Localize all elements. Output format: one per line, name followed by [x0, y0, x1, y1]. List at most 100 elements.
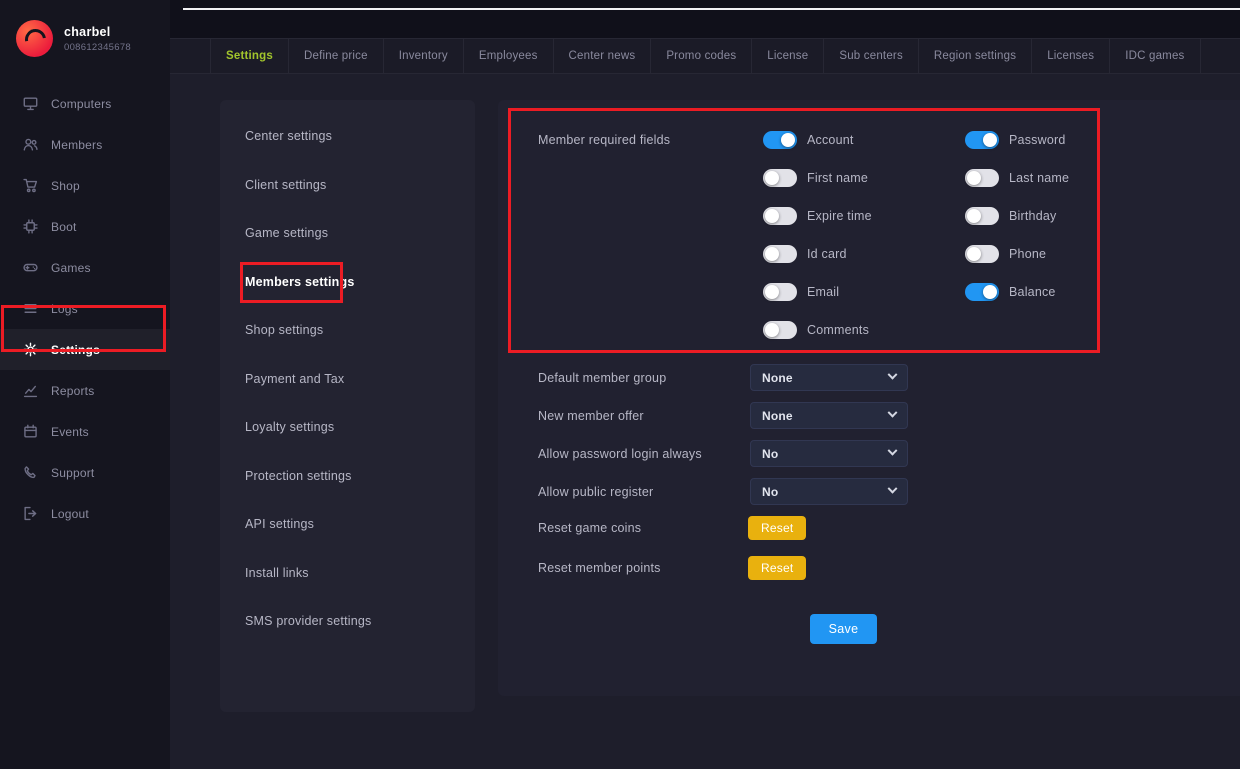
sidebar-item-reports[interactable]: Reports	[0, 370, 170, 411]
reset-game-coins-label: Reset game coins	[538, 521, 748, 535]
menu-item-sms-provider-settings[interactable]: SMS provider settings	[220, 597, 475, 646]
sidebar-item-settings[interactable]: Settings	[0, 329, 170, 370]
user-name: charbel	[64, 25, 131, 39]
sidebar-item-label: Computers	[51, 97, 112, 111]
menu-item-center-settings[interactable]: Center settings	[220, 112, 475, 161]
allow-password-login-select[interactable]: No	[750, 440, 908, 467]
new-member-offer-select[interactable]: None	[750, 402, 908, 429]
reset-member-points-button[interactable]: Reset	[748, 556, 806, 580]
toggle-knob	[983, 133, 997, 147]
chevron-down-icon	[888, 446, 898, 456]
tab-define-price[interactable]: Define price	[289, 39, 384, 73]
first-name-toggle[interactable]	[763, 169, 797, 187]
tab-licenses[interactable]: Licenses	[1032, 39, 1110, 73]
toggle-knob	[781, 133, 795, 147]
sidebar-item-shop[interactable]: Shop	[0, 165, 170, 206]
sidebar-item-label: Logout	[51, 507, 89, 521]
tab-region-settings[interactable]: Region settings	[919, 39, 1032, 73]
members-icon	[22, 137, 38, 153]
events-icon	[22, 424, 38, 440]
comments-toggle[interactable]	[763, 321, 797, 339]
toggle-row-expire-time: Expire time	[763, 206, 965, 226]
default-member-group-select[interactable]: None	[750, 364, 908, 391]
account-toggle[interactable]	[763, 131, 797, 149]
tab-settings[interactable]: Settings	[210, 39, 289, 73]
menu-item-game-settings[interactable]: Game settings	[220, 209, 475, 258]
chevron-down-icon	[888, 370, 898, 380]
menu-item-shop-settings[interactable]: Shop settings	[220, 306, 475, 355]
id-card-toggle[interactable]	[763, 245, 797, 263]
sidebar-nav: Computers Members Shop Boot Games Logs	[0, 83, 170, 534]
sidebar-item-label: Support	[51, 466, 94, 480]
toggle-label: Balance	[1009, 285, 1056, 299]
logout-icon	[22, 506, 38, 522]
tab-license[interactable]: License	[752, 39, 824, 73]
sidebar-item-label: Boot	[51, 220, 77, 234]
menu-item-protection-settings[interactable]: Protection settings	[220, 452, 475, 501]
balance-toggle[interactable]	[965, 283, 999, 301]
resets-block: Reset game coins Reset Reset member poin…	[538, 516, 1240, 580]
reset-member-points-label: Reset member points	[538, 561, 748, 575]
toggle-knob	[967, 247, 981, 261]
sidebar-item-logs[interactable]: Logs	[0, 288, 170, 329]
sidebar: charbel 008612345678 Computers Members S…	[0, 0, 170, 769]
password-toggle[interactable]	[965, 131, 999, 149]
last-name-toggle[interactable]	[965, 169, 999, 187]
user-block[interactable]: charbel 008612345678	[0, 0, 170, 75]
expire-time-toggle[interactable]	[763, 207, 797, 225]
sidebar-item-logout[interactable]: Logout	[0, 493, 170, 534]
tab-employees[interactable]: Employees	[464, 39, 554, 73]
tab-sub-centers[interactable]: Sub centers	[824, 39, 919, 73]
menu-item-loyalty-settings[interactable]: Loyalty settings	[220, 403, 475, 452]
sidebar-item-events[interactable]: Events	[0, 411, 170, 452]
birthday-toggle[interactable]	[965, 207, 999, 225]
toggle-row-password: Password	[965, 130, 1167, 150]
tab-bar: Settings Define price Inventory Employee…	[170, 38, 1240, 74]
sidebar-item-boot[interactable]: Boot	[0, 206, 170, 247]
boot-icon	[22, 219, 38, 235]
tab-promo-codes[interactable]: Promo codes	[651, 39, 752, 73]
toggle-label: Id card	[807, 247, 847, 261]
sidebar-item-members[interactable]: Members	[0, 124, 170, 165]
toggle-label: Account	[807, 133, 854, 147]
allow-password-login-row: Allow password login always No	[538, 440, 1240, 467]
toggle-row-first-name: First name	[763, 168, 965, 188]
reset-member-points-row: Reset member points Reset	[538, 556, 1240, 580]
top-edge-line	[183, 8, 1240, 10]
toggle-label: Password	[1009, 133, 1065, 147]
menu-item-api-settings[interactable]: API settings	[220, 500, 475, 549]
sidebar-item-label: Events	[51, 425, 89, 439]
tab-idc-games[interactable]: IDC games	[1110, 39, 1200, 73]
sidebar-item-computers[interactable]: Computers	[0, 83, 170, 124]
tab-inventory[interactable]: Inventory	[384, 39, 464, 73]
toggle-label: Expire time	[807, 209, 872, 223]
new-member-offer-label: New member offer	[538, 409, 750, 423]
member-required-fields-label: Member required fields	[538, 130, 763, 358]
sidebar-item-support[interactable]: Support	[0, 452, 170, 493]
toggle-knob	[765, 323, 779, 337]
menu-item-install-links[interactable]: Install links	[220, 549, 475, 598]
allow-public-register-select[interactable]: No	[750, 478, 908, 505]
reset-game-coins-button[interactable]: Reset	[748, 516, 806, 540]
required-fields-toggles: Account Password First name Last name Ex…	[763, 130, 1167, 358]
email-toggle[interactable]	[763, 283, 797, 301]
menu-item-members-settings[interactable]: Members settings	[220, 258, 475, 307]
gear-icon	[22, 342, 38, 358]
menu-item-client-settings[interactable]: Client settings	[220, 161, 475, 210]
toggle-knob	[967, 209, 981, 223]
sidebar-item-label: Shop	[51, 179, 80, 193]
new-member-offer-row: New member offer None	[538, 402, 1240, 429]
toggle-row-account: Account	[763, 130, 965, 150]
tab-center-news[interactable]: Center news	[554, 39, 652, 73]
support-icon	[22, 465, 38, 481]
select-value: None	[762, 409, 793, 423]
top-strip	[170, 0, 1240, 38]
logs-icon	[22, 301, 38, 317]
sidebar-item-label: Members	[51, 138, 102, 152]
toggle-row-balance: Balance	[965, 282, 1167, 302]
sidebar-item-games[interactable]: Games	[0, 247, 170, 288]
menu-item-payment-and-tax[interactable]: Payment and Tax	[220, 355, 475, 404]
save-button[interactable]: Save	[810, 614, 877, 644]
toggle-row-id-card: Id card	[763, 244, 965, 264]
phone-toggle[interactable]	[965, 245, 999, 263]
